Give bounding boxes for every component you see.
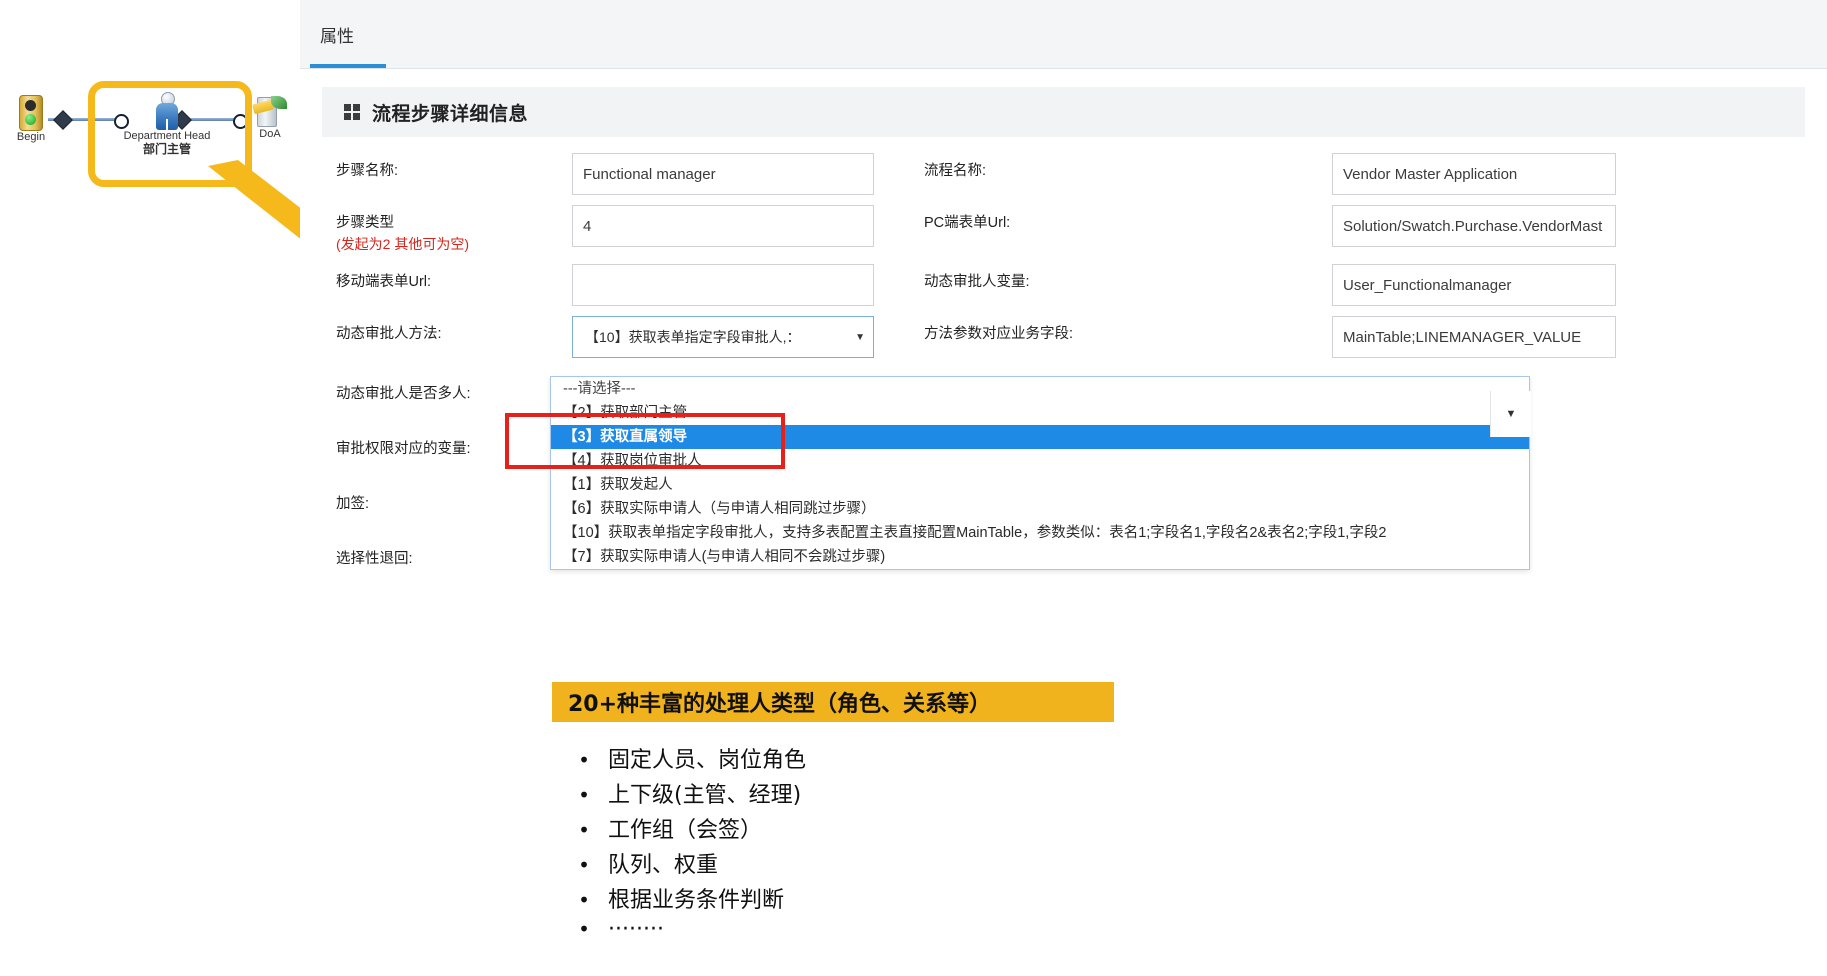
list-item-label: 根据业务条件判断	[608, 888, 785, 913]
dynamic-multi-select[interactable]: ▼	[1490, 391, 1531, 437]
cell-dynamic-method: 【10】获取表单指定字段审批人,： ▼	[572, 306, 882, 359]
label-process-name: 流程名称:	[924, 163, 987, 179]
list-item: • ········	[560, 917, 1260, 952]
step-type-input[interactable]	[572, 205, 874, 247]
dynamic-approver-method-select[interactable]: 【10】获取表单指定字段审批人,： ▼	[572, 316, 874, 359]
bullet-marker: •	[578, 818, 590, 842]
label-pc-url: PC端表单Url:	[924, 215, 1011, 231]
pc-url-input[interactable]	[1332, 205, 1616, 247]
chevron-down-icon-2: ▼	[1505, 408, 1517, 420]
label-step-name: 步骤名称:	[336, 163, 399, 179]
label-dynamic-multi: 动态审批人是否多人:	[336, 386, 471, 403]
cell-step-type	[572, 195, 882, 254]
label-step-type: 步骤类型 (发起为2 其他可为空)	[322, 195, 572, 254]
label-selective-return: 选择性退回:	[336, 551, 413, 568]
cell-process-name	[1332, 143, 1622, 195]
red-highlight-box	[505, 413, 785, 469]
cell-step-name	[572, 143, 882, 195]
list-item-label: 上下级(主管、经理)	[608, 783, 802, 808]
chevron-down-icon: ▼	[855, 331, 865, 343]
label-step-type-main: 步骤类型	[336, 215, 394, 231]
bullet-marker: •	[578, 748, 590, 772]
cell-mobile-url	[572, 254, 882, 307]
traffic-light-icon	[19, 95, 43, 131]
bullet-marker: •	[578, 853, 590, 877]
list-item: • 工作组（会签）	[560, 812, 1260, 847]
dropdown-option-6[interactable]: 【6】获取实际申请人（与申请人相同跳过步骤）	[551, 497, 1529, 521]
method-parameter-field-input[interactable]	[1332, 316, 1616, 359]
workflow-node-begin-label: Begin	[6, 131, 56, 144]
workflow-node-begin[interactable]: Begin	[6, 95, 56, 144]
list-item-label: 队列、权重	[608, 853, 719, 878]
mobile-url-input[interactable]	[572, 264, 874, 307]
label-step-type-note: (发起为2 其他可为空)	[336, 236, 469, 253]
panel-header: 属性	[300, 0, 1827, 69]
tab-active-underline	[310, 64, 386, 68]
bullet-marker: •	[578, 888, 590, 912]
connector-diamond-1	[53, 110, 73, 130]
list-item-label: ········	[608, 917, 664, 942]
label-dynamic-var: 动态审批人变量:	[924, 274, 1030, 291]
cell-dynamic-var	[1332, 254, 1622, 307]
dropdown-option-10[interactable]: 【10】获取表单指定字段审批人，支持多表配置主表直接配置MainTable，参数…	[551, 521, 1529, 545]
section-title-label: 流程步骤详细信息	[372, 103, 529, 125]
tab-properties[interactable]: 属性	[314, 22, 360, 61]
list-item-label: 工作组（会签）	[608, 818, 763, 843]
section-title-bar: 流程步骤详细信息	[322, 87, 1805, 137]
doa-approval-icon	[252, 94, 287, 128]
cell-pc-url	[1332, 195, 1622, 254]
workflow-node-doa[interactable]: DoA	[248, 94, 292, 141]
dropdown-option-placeholder[interactable]: ---请选择---	[551, 377, 1529, 401]
dynamic-approver-variable-input[interactable]	[1332, 264, 1616, 307]
list-item: • 根据业务条件判断	[560, 882, 1260, 917]
list-item: • 固定人员、岗位角色	[560, 742, 1260, 777]
list-item-label: 固定人员、岗位角色	[608, 748, 807, 773]
dynamic-approver-method-value: 【10】获取表单指定字段审批人,：	[585, 329, 801, 346]
process-name-input[interactable]	[1332, 153, 1616, 195]
label-method-param: 方法参数对应业务字段:	[924, 326, 1074, 343]
label-mobile-url: 移动端表单Url:	[336, 274, 432, 291]
begin-caption-en: Begin	[16, 131, 46, 143]
grid-icon	[344, 104, 360, 120]
dropdown-option-1[interactable]: 【1】获取发起人	[551, 473, 1529, 497]
doa-caption-en: DoA	[259, 128, 281, 140]
highlight-banner-text: 20+种丰富的处理人类型（角色、关系等）	[568, 692, 992, 717]
workflow-node-doa-label: DoA	[248, 128, 292, 141]
label-dynamic-method: 动态审批人方法:	[336, 326, 442, 343]
list-item: • 队列、权重	[560, 847, 1260, 882]
highlight-banner: 20+种丰富的处理人类型（角色、关系等）	[552, 682, 1114, 722]
step-name-input[interactable]	[572, 153, 874, 195]
list-item: • 上下级(主管、经理)	[560, 777, 1260, 812]
dynamic-approver-method-dropdown[interactable]: ---请选择--- 【2】获取部门主管 【3】获取直属领导 【4】获取岗位审批人…	[550, 376, 1530, 570]
bullet-marker: •	[578, 917, 590, 941]
dropdown-option-7[interactable]: 【7】获取实际申请人(与申请人相同不会跳过步骤)	[551, 545, 1529, 569]
bullet-marker: •	[578, 783, 590, 807]
bullet-list: • 固定人员、岗位角色 • 上下级(主管、经理) • 工作组（会签） • 队列、…	[560, 742, 1260, 952]
cell-method-param	[1332, 306, 1622, 359]
